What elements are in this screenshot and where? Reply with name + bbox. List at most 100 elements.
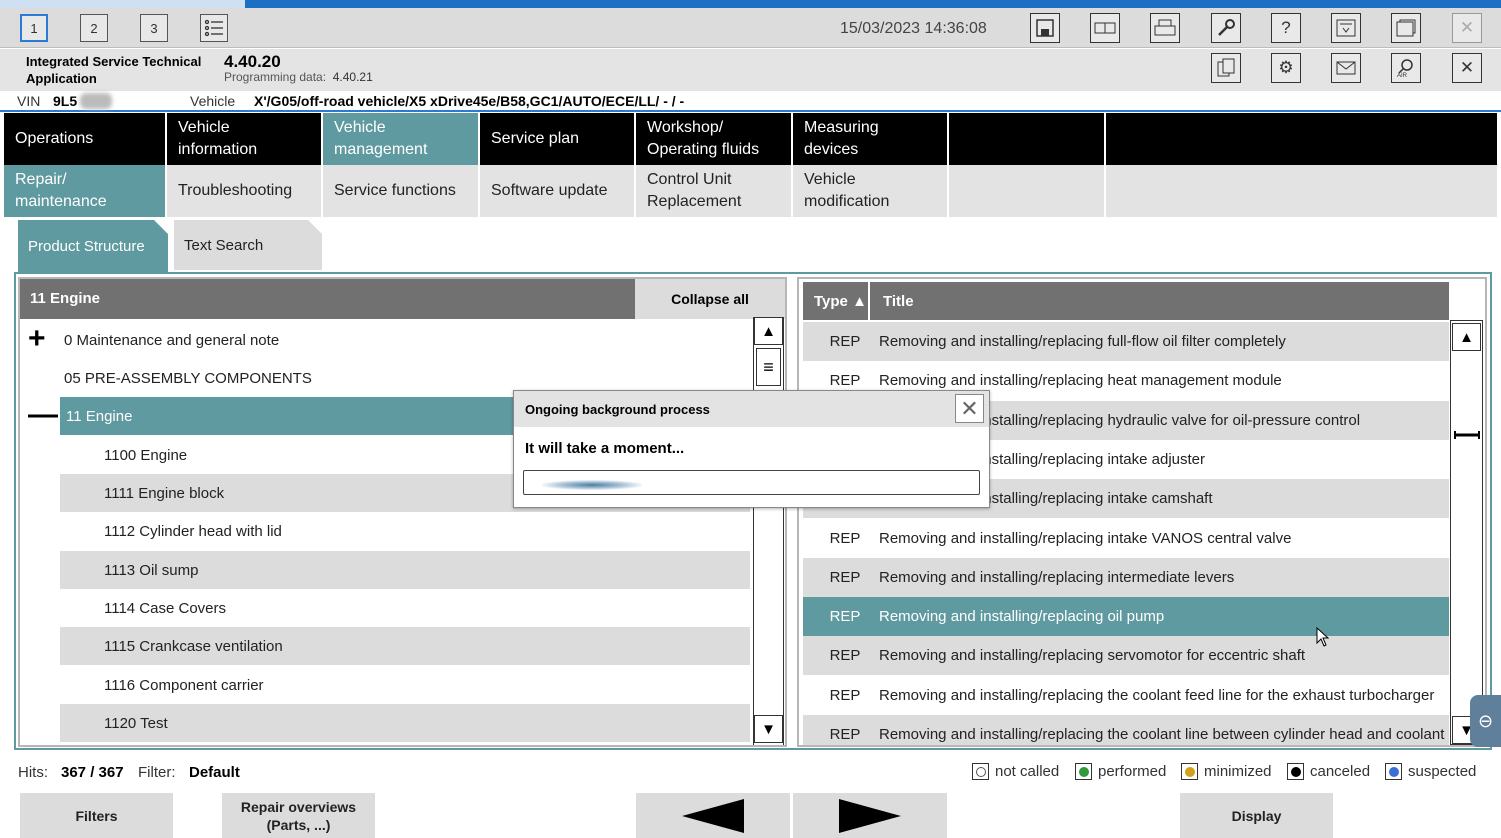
- session-tab-3[interactable]: 3: [140, 14, 168, 42]
- air-search-icon[interactable]: AIR: [1391, 53, 1421, 83]
- tree-item[interactable]: 1113 Oil sump: [60, 551, 750, 589]
- legend-label: not called: [995, 763, 1060, 780]
- next-button[interactable]: [793, 793, 947, 838]
- results-scrollbar[interactable]: ▲ ▼: [1450, 320, 1483, 745]
- background-process-dialog: Ongoing background process ✕ It will tak…: [513, 390, 990, 508]
- scroll-thumb[interactable]: [1453, 429, 1481, 441]
- nav-service-plan[interactable]: Service plan: [480, 113, 636, 165]
- subnav-empty-1: [949, 165, 1106, 217]
- subnav-repair-maintenance[interactable]: Repair/ maintenance: [4, 165, 167, 217]
- side-panel-toggle-icon[interactable]: ⊖: [1470, 695, 1501, 747]
- list-icon[interactable]: [200, 14, 228, 42]
- programming-data: Programming data: 4.40.21: [224, 70, 373, 84]
- status-bar: Hits: 367 / 367 Filter: Default not call…: [0, 760, 1501, 786]
- scroll-up-icon[interactable]: ▲: [754, 317, 783, 345]
- documents-icon[interactable]: [1211, 53, 1241, 83]
- column-type[interactable]: Type ▲: [803, 282, 870, 320]
- result-row[interactable]: REP Removing and installing/replacing ser…: [803, 636, 1449, 676]
- mail-icon[interactable]: [1331, 53, 1361, 83]
- result-type: REP: [829, 647, 861, 665]
- tree-item-label: 1100 Engine: [104, 446, 188, 464]
- tree-item-label: 05 PRE-ASSEMBLY COMPONENTS: [64, 369, 312, 387]
- scroll-thumb[interactable]: ≡: [756, 348, 781, 386]
- tree-item-label: 1116 Component carrier: [104, 676, 264, 694]
- subnav-software-update[interactable]: Software update: [480, 165, 636, 217]
- result-row[interactable]: REP Removing and installing/replacing int…: [803, 519, 1449, 558]
- printer-icon[interactable]: [1150, 13, 1180, 43]
- help-icon[interactable]: ?: [1271, 13, 1301, 43]
- result-type: REP: [829, 333, 861, 350]
- previous-button[interactable]: [636, 793, 790, 838]
- hits-value: 367 / 367: [61, 764, 124, 781]
- window-icon[interactable]: [1391, 13, 1421, 43]
- column-title[interactable]: Title: [883, 293, 914, 310]
- wrench-icon[interactable]: [1211, 13, 1241, 43]
- tree-header-title: 11 Engine: [30, 290, 101, 307]
- dialog-message: It will take a moment...: [525, 440, 685, 457]
- repair-overviews-button[interactable]: Repair overviews (Parts, ...): [222, 793, 375, 838]
- dialog-header: Ongoing background process ✕: [514, 391, 989, 427]
- nav-workshop-operating-fluids[interactable]: Workshop/ Operating fluids: [636, 113, 793, 165]
- tree-item[interactable]: 1115 Crankcase ventilation: [60, 627, 750, 665]
- legend-item: performed: [1075, 763, 1166, 780]
- vehicle-label: Vehicle: [190, 93, 236, 109]
- subnav-vehicle-modification[interactable]: Vehicle modification: [793, 165, 949, 217]
- status-indicator-icon: [972, 763, 989, 780]
- tree-item-label: 0 Maintenance and general note: [64, 331, 280, 349]
- close-icon[interactable]: ✕: [1452, 53, 1482, 83]
- legend-item: suspected: [1385, 763, 1476, 780]
- result-row[interactable]: REP Removing and installing/replacing ful…: [803, 322, 1449, 361]
- nav-operations[interactable]: Operations: [4, 113, 167, 165]
- result-row[interactable]: REP Removing and installing/replacing the…: [803, 715, 1449, 745]
- tree-item[interactable]: 1112 Cylinder head with lid: [20, 512, 710, 550]
- result-type: REP: [829, 568, 861, 586]
- tab-product-structure[interactable]: Product Structure: [18, 220, 168, 272]
- collapse-all-button[interactable]: Collapse all: [635, 279, 785, 319]
- nav-vehicle-information[interactable]: Vehicle information: [167, 113, 323, 165]
- dialog-title: Ongoing background process: [525, 402, 710, 417]
- filters-button[interactable]: Filters: [20, 793, 173, 838]
- subnav-troubleshooting[interactable]: Troubleshooting: [167, 165, 323, 217]
- tree-item[interactable]: 1114 Case Covers: [20, 589, 710, 627]
- main-navigation: Operations Vehicle information Vehicle m…: [4, 113, 1497, 165]
- collapse-icon[interactable]: —: [28, 400, 58, 430]
- tree-item-label: 1120 Test: [104, 714, 168, 732]
- result-title: Removing and installing/replacing heat m…: [879, 372, 1282, 390]
- tab-text-search[interactable]: Text Search: [174, 220, 322, 270]
- result-type: REP: [829, 529, 861, 547]
- nav-vehicle-management[interactable]: Vehicle management: [323, 113, 480, 165]
- legend-item: minimized: [1181, 763, 1272, 780]
- save-icon[interactable]: [1030, 13, 1060, 43]
- vehicle-info-line: VIN 9L5 Vehicle X'/G05/off-road vehicle/…: [0, 91, 1501, 112]
- subnav-service-functions[interactable]: Service functions: [323, 165, 480, 217]
- display-button[interactable]: Display: [1180, 793, 1333, 838]
- tree-item[interactable]: 0 Maintenance and general note: [20, 321, 710, 359]
- tree-item-label: 1112 Cylinder head with lid: [104, 522, 282, 540]
- app-name: Integrated Service Technical Application: [26, 54, 202, 86]
- subnav-empty-2: [1106, 165, 1497, 217]
- legend-item: not called: [972, 763, 1059, 780]
- dual-screen-icon[interactable]: [1090, 13, 1120, 43]
- scroll-down-icon[interactable]: ▼: [754, 715, 783, 743]
- session-tab-2[interactable]: 2: [80, 14, 108, 42]
- status-indicator-icon: [1075, 763, 1092, 780]
- tree-item[interactable]: 1120 Test: [60, 704, 750, 742]
- download-list-icon[interactable]: [1331, 13, 1361, 43]
- result-row[interactable]: REP Removing and installing/replacing int…: [803, 557, 1449, 597]
- result-row[interactable]: REP Removing and installing/replacing the…: [803, 676, 1449, 715]
- close-window-icon[interactable]: ✕: [1452, 13, 1482, 43]
- arrow-left-icon: [682, 798, 744, 833]
- tree-scrollbar[interactable]: ▲ ≡ ▼: [753, 317, 784, 745]
- tree-item[interactable]: 1116 Component carrier: [20, 666, 710, 704]
- close-icon[interactable]: ✕: [955, 394, 984, 423]
- session-tab-1[interactable]: 1: [20, 14, 48, 42]
- tree-item-label: 1115 Crankcase ventilation: [104, 637, 283, 655]
- subnav-control-unit-replacement[interactable]: Control Unit Replacement: [636, 165, 793, 217]
- result-row[interactable]: REP Removing and installing/replacing oil…: [803, 597, 1449, 637]
- scroll-up-icon[interactable]: ▲: [1452, 323, 1481, 351]
- arrow-right-icon: [839, 798, 901, 833]
- legend-label: performed: [1098, 763, 1167, 780]
- vehicle-value: X'/G05/off-road vehicle/X5 xDrive45e/B58…: [254, 93, 685, 109]
- nav-measuring-devices[interactable]: Measuring devices: [793, 113, 949, 165]
- gear-icon[interactable]: ⚙: [1271, 53, 1301, 83]
